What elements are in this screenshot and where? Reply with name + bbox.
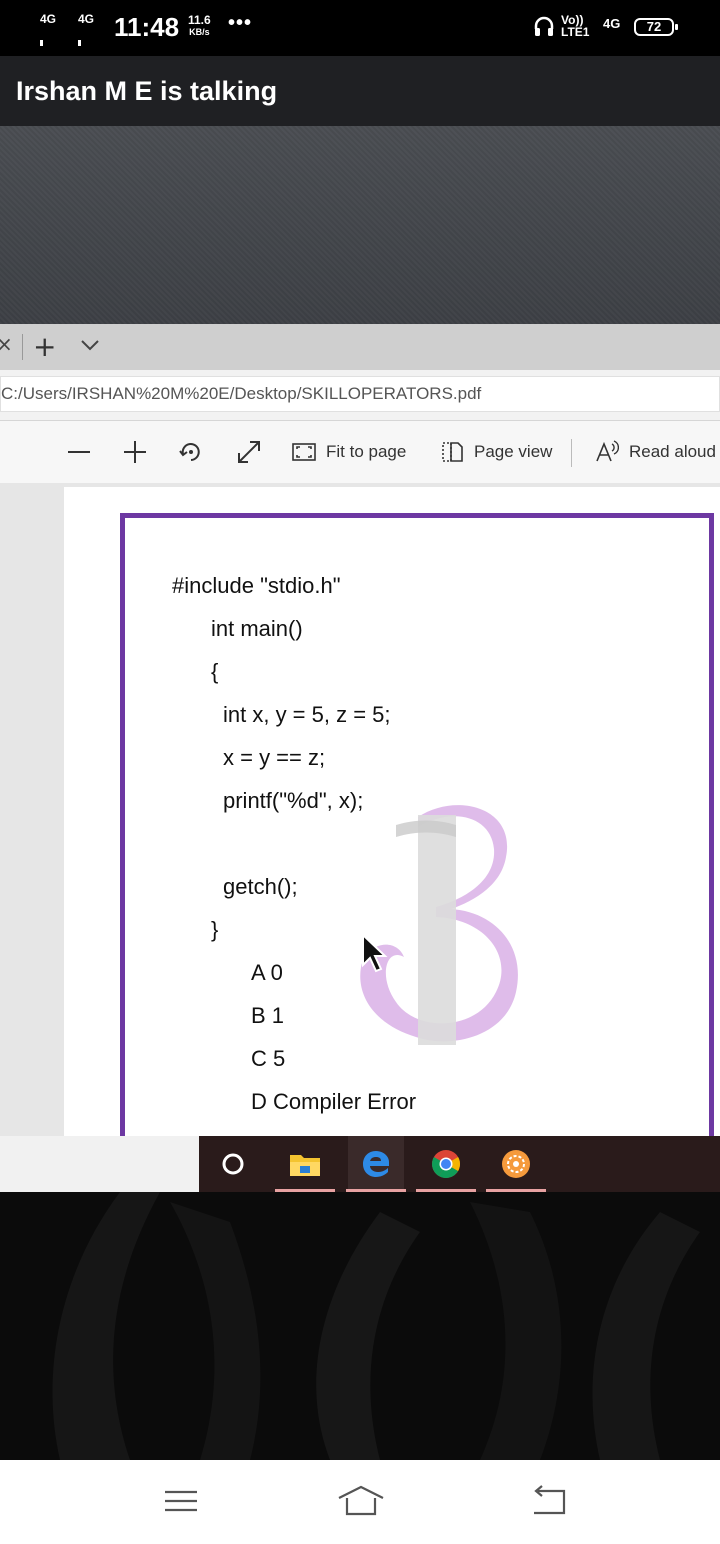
read-aloud-button[interactable]: Read aloud — [595, 421, 716, 483]
video-background — [0, 1192, 720, 1460]
back-button[interactable] — [528, 1482, 568, 1525]
network-speed: 11.6 KB/s — [188, 13, 211, 37]
code-line-5: x = y == z; — [223, 745, 326, 770]
rotate-button[interactable] — [178, 421, 204, 483]
code-line-8: } — [211, 917, 219, 942]
cortana-button[interactable] — [205, 1136, 261, 1192]
home-icon — [338, 1485, 384, 1516]
browser-tab-strip: × + — [0, 324, 720, 370]
network-type-3: 4G — [603, 16, 621, 31]
menu-icon — [165, 1490, 197, 1512]
home-button[interactable] — [336, 1482, 386, 1525]
option-c: C 5 — [251, 1046, 286, 1071]
read-aloud-icon — [596, 440, 619, 462]
chrome-button[interactable] — [416, 1136, 476, 1192]
watermark-logo-icon — [360, 805, 518, 1045]
new-tab-button[interactable]: + — [33, 330, 56, 363]
cortana-icon — [222, 1153, 244, 1175]
battery-icon: 72 — [634, 18, 678, 36]
pdf-page: #include "stdio.h" int main() { int x, y… — [64, 487, 720, 1136]
network-type-2: 4G — [78, 12, 95, 26]
minus-icon — [68, 451, 90, 453]
mouse-cursor-icon — [362, 933, 388, 973]
close-tab-icon[interactable]: × — [0, 332, 13, 356]
toolbar-divider — [571, 439, 572, 467]
leaf-background — [52, 1192, 700, 1460]
url-field[interactable]: C:/Users/IRSHAN%20M%20E/Desktop/SKILLOPE… — [0, 376, 720, 412]
clock: 11:48 — [114, 12, 180, 42]
page-view-icon — [442, 442, 463, 462]
chevron-down-icon[interactable] — [80, 338, 100, 357]
network-type-1: 4G — [40, 12, 57, 26]
pdf-viewer[interactable]: #include "stdio.h" int main() { int x, y… — [0, 483, 720, 1136]
zoom-out-button[interactable] — [66, 421, 92, 483]
file-explorer-button[interactable] — [275, 1136, 335, 1192]
chrome-icon — [432, 1150, 460, 1178]
more-notifications-icon: ••• — [228, 12, 253, 34]
status-bar: 4G 4G 11:48 11.6 KB/s ••• Vo)) LTE1 4G 7… — [0, 0, 720, 100]
headphone-icon — [533, 16, 555, 43]
code-line-7: getch(); — [223, 874, 298, 899]
call-banner[interactable]: Irshan M E is talking — [0, 56, 720, 126]
navigation-bar — [0, 1460, 720, 1544]
plus-icon — [124, 441, 146, 463]
read-aloud-label: Read aloud — [629, 442, 716, 461]
zoom-in-button[interactable] — [122, 421, 148, 483]
option-a: A 0 — [251, 960, 283, 985]
app-button[interactable] — [486, 1136, 546, 1192]
back-icon — [534, 1485, 566, 1515]
battery-level: 72 — [646, 19, 662, 34]
option-d: D Compiler Error — [251, 1089, 417, 1114]
app-icon — [502, 1150, 530, 1178]
page-view-label: Page view — [474, 442, 553, 461]
fit-to-page-button[interactable]: Fit to page — [292, 421, 406, 483]
edge-button[interactable] — [346, 1136, 406, 1192]
rotate-icon — [179, 443, 200, 461]
desktop-background — [0, 126, 720, 324]
windows-taskbar — [0, 1136, 720, 1192]
tab-divider — [22, 334, 23, 360]
page-view-button[interactable]: Page view — [440, 421, 552, 483]
address-bar: C:/Users/IRSHAN%20M%20E/Desktop/SKILLOPE… — [0, 370, 720, 421]
volte-indicator: Vo)) LTE1 — [561, 13, 590, 39]
full-screen-button[interactable] — [236, 421, 262, 483]
edge-icon — [363, 1151, 389, 1177]
code-line-1: #include "stdio.h" — [172, 573, 341, 598]
fit-page-icon — [292, 443, 316, 461]
code-line-4: int x, y = 5, z = 5; — [223, 702, 391, 727]
file-explorer-icon — [290, 1155, 320, 1176]
menu-button[interactable] — [162, 1482, 200, 1525]
code-line-3: { — [211, 659, 219, 684]
code-line-2: int main() — [211, 616, 303, 641]
code-line-6: printf("%d", x); — [223, 788, 364, 813]
expand-icon — [238, 441, 260, 463]
pdf-toolbar: Fit to page Page view Read aloud — [0, 421, 720, 484]
fit-to-page-label: Fit to page — [326, 442, 407, 461]
call-title: Irshan M E is talking — [16, 76, 278, 106]
option-b: B 1 — [251, 1003, 285, 1028]
